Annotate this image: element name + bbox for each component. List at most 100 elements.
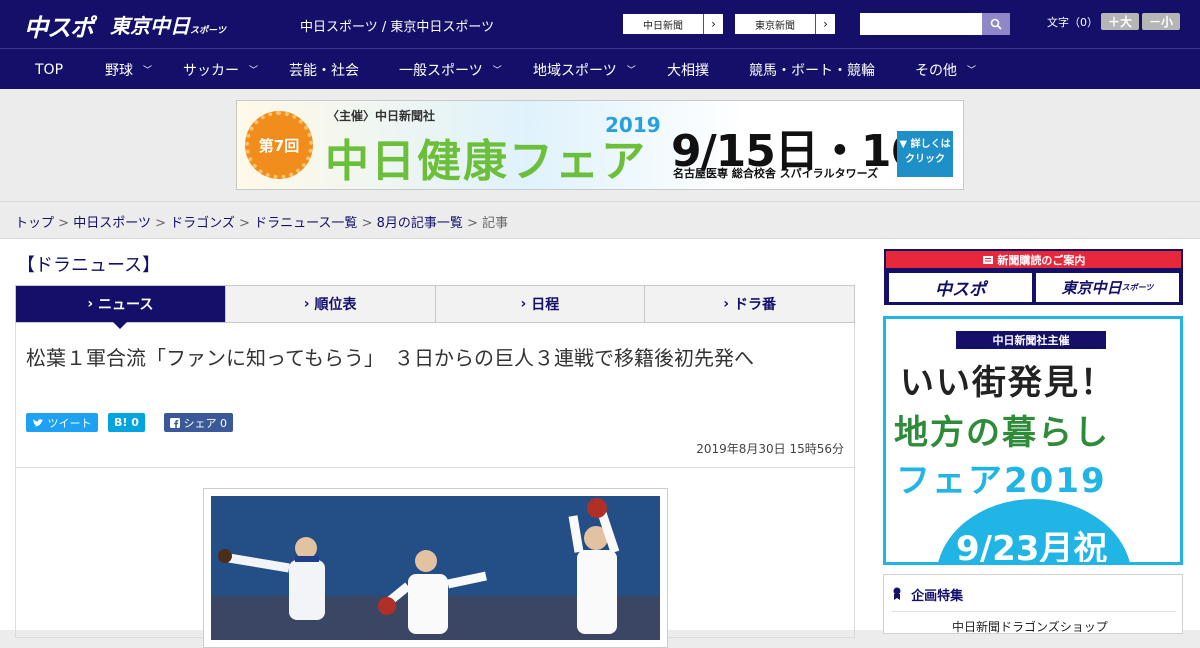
subscription-heading: 新聞購読のご案内: [886, 251, 1181, 268]
subscribe-chuspo-link[interactable]: 中スポ: [889, 273, 1032, 302]
chevron-down-icon: ﹀: [626, 66, 636, 76]
subscribe-tokyo-chunichi-sub: スポーツ: [1121, 283, 1154, 292]
nav-item-label: 芸能・社会: [289, 62, 359, 79]
tab-schedule[interactable]: › 日程: [436, 286, 646, 322]
ribbon-icon: [893, 587, 901, 600]
ad-sponsor: 〈主催〉中日新聞社: [327, 109, 436, 123]
tab-label: 日程: [531, 297, 560, 313]
subscription-box[interactable]: 新聞購読のご案内 中スポ 東京中日 スポーツ: [884, 249, 1183, 305]
breadcrumb-bar: トップ > 中日スポーツ > ドラゴンズ > ドラニュース一覧 > 8月の記事一…: [0, 201, 1200, 239]
feature-title-text: 企画特集: [911, 589, 964, 604]
chevron-down-icon: ﹀: [249, 66, 259, 76]
tweet-button[interactable]: ツイート: [26, 413, 98, 432]
tab-standings[interactable]: › 順位表: [226, 286, 436, 322]
facebook-share-button[interactable]: シェア 0: [164, 413, 233, 432]
font-size-label: 文字（0）: [1047, 16, 1098, 29]
nav-item-other[interactable]: その他 ﹀: [915, 49, 976, 90]
fair-title-line2: 地方の暮らし: [894, 413, 1110, 453]
breadcrumb-separator: >: [155, 216, 166, 231]
tweet-label: ツイート: [47, 416, 92, 430]
fair-date: 9/23月祝: [956, 529, 1108, 565]
nav-item-top[interactable]: TOP: [35, 49, 63, 90]
nav-item-general-sports[interactable]: 一般スポーツ ﹀: [399, 49, 502, 90]
local-life-fair-ad[interactable]: 中日新聞社主催 いい街発見！ 地方の暮らし フェア2019 9/23月祝: [883, 316, 1183, 565]
tab-dora-ban[interactable]: › ドラ番: [645, 286, 854, 322]
breadcrumb-separator: >: [239, 216, 250, 231]
nav-item-label: 地域スポーツ: [533, 62, 617, 79]
tab-marker-icon: ›: [87, 296, 94, 312]
nav-item-entertainment[interactable]: 芸能・社会: [289, 49, 359, 90]
tab-label: 順位表: [314, 297, 357, 313]
nav-item-label: 野球: [105, 62, 133, 79]
breadcrumb-link[interactable]: 中日スポーツ: [73, 216, 151, 231]
section-tabs: › ニュース › 順位表 › 日程 › ドラ番: [15, 285, 855, 329]
tab-marker-icon: ›: [520, 296, 527, 312]
breadcrumb-separator: >: [361, 216, 373, 231]
ad-cta-button[interactable]: ▼ 詳しくは クリック: [897, 131, 953, 177]
nav-item-label: 一般スポーツ: [399, 62, 483, 79]
nav-item-soccer[interactable]: サッカー ﹀: [183, 49, 258, 90]
breadcrumb: トップ > 中日スポーツ > ドラゴンズ > ドラニュース一覧 > 8月の記事一…: [15, 212, 508, 231]
nav-item-regional-sports[interactable]: 地域スポーツ ﹀: [533, 49, 636, 90]
facebook-icon: [170, 417, 180, 428]
tokyo-chunichi-logo[interactable]: 東京中日スポーツ: [110, 10, 226, 39]
article-headline: 松葉１軍合流「ファンに知ってもらう」 ３日からの巨人３連戦で移籍後初先発へ: [26, 346, 754, 370]
hatena-bookmark-button[interactable]: B! 0: [108, 413, 145, 432]
breadcrumb-link[interactable]: ドラニュース一覧: [254, 216, 357, 231]
article-photo[interactable]: [203, 488, 668, 648]
subscribe-tokyo-chunichi-link[interactable]: 東京中日 スポーツ: [1036, 273, 1179, 302]
font-larger-button[interactable]: ＋大: [1101, 13, 1139, 30]
site-title[interactable]: 中日スポーツ / 東京中日スポーツ: [300, 16, 494, 35]
hatena-bookmark-label: B! 0: [114, 416, 139, 429]
tab-news[interactable]: › ニュース: [16, 286, 226, 329]
font-smaller-button[interactable]: －小: [1142, 13, 1180, 30]
players-photo-illustration: [211, 496, 660, 640]
section-title: 【ドラニュース】: [17, 255, 161, 276]
ad-year: 2019: [605, 113, 661, 137]
tab-marker-icon: ›: [303, 296, 310, 312]
breadcrumb-separator: >: [467, 216, 478, 231]
tab-label: ドラ番: [733, 297, 776, 313]
nav-item-baseball[interactable]: 野球 ﹀: [105, 49, 152, 90]
nav-item-label: TOP: [35, 61, 64, 78]
health-fair-ad-banner[interactable]: 第7回 〈主催〉中日新聞社 中日健康フェア 2019 9/15日・16祝 名古屋…: [236, 100, 964, 190]
breadcrumb-link[interactable]: ドラゴンズ: [170, 216, 235, 231]
fair-sponsor: 中日新聞社主催: [956, 331, 1106, 349]
breadcrumb-link[interactable]: トップ: [15, 216, 54, 231]
chevron-down-icon: ﹀: [143, 66, 153, 76]
tokyo-shimbun-label: 東京新聞: [755, 20, 795, 32]
facebook-share-label: シェア 0: [183, 416, 228, 430]
tokyo-shimbun-link[interactable]: 東京新聞 ›: [734, 13, 836, 35]
nav-item-label: 競馬・ボート・競輪: [749, 62, 875, 79]
search-button[interactable]: [982, 13, 1010, 35]
chuspo-logo[interactable]: 中スポ: [24, 8, 94, 43]
tab-marker-icon: ›: [723, 296, 730, 312]
photo-image: [211, 496, 660, 640]
fair-title-line3: フェア2019: [896, 461, 1107, 501]
subscribe-tokyo-chunichi-text: 東京中日: [1061, 279, 1122, 297]
ad-badge: 第7回: [245, 111, 313, 179]
feature-title: 企画特集: [892, 585, 963, 604]
chunichi-shimbun-label: 中日新聞: [643, 20, 683, 32]
breadcrumb-current: 記事: [482, 216, 509, 231]
nav-item-label: その他: [915, 62, 957, 79]
chevron-right-icon: ›: [703, 14, 723, 34]
tokyo-chunichi-logo-text: 東京中日: [110, 14, 190, 38]
main-nav: TOP 野球 ﹀ サッカー ﹀ 芸能・社会 一般スポーツ ﹀ 地域スポーツ ﹀ 大相撲 …: [0, 48, 1200, 89]
nav-item-label: サッカー: [183, 62, 239, 79]
chevron-down-icon: ﹀: [967, 66, 977, 76]
feature-item[interactable]: 中日新聞ドラゴンズショップ: [892, 611, 1176, 635]
breadcrumb-link[interactable]: 8月の記事一覧: [377, 216, 463, 231]
article-photo-area: [15, 468, 855, 648]
fair-title-line1: いい街発見！: [900, 363, 1116, 403]
nav-item-sumo[interactable]: 大相撲: [667, 49, 709, 90]
nav-item-racing[interactable]: 競馬・ボート・競輪: [749, 49, 875, 90]
chunichi-shimbun-link[interactable]: 中日新聞 ›: [622, 13, 724, 35]
search-input[interactable]: [860, 13, 984, 35]
ad-venue: 名古屋医専 総合校舎 スパイラルタワーズ: [673, 167, 879, 180]
newspaper-icon: [982, 255, 993, 264]
article-timestamp: 2019年8月30日 15時56分: [696, 442, 844, 456]
top-header: 中スポ 東京中日スポーツ 中日スポーツ / 東京中日スポーツ 中日新聞 › 東京…: [0, 0, 1200, 48]
breadcrumb-separator: >: [58, 216, 70, 231]
twitter-icon: [33, 418, 43, 426]
